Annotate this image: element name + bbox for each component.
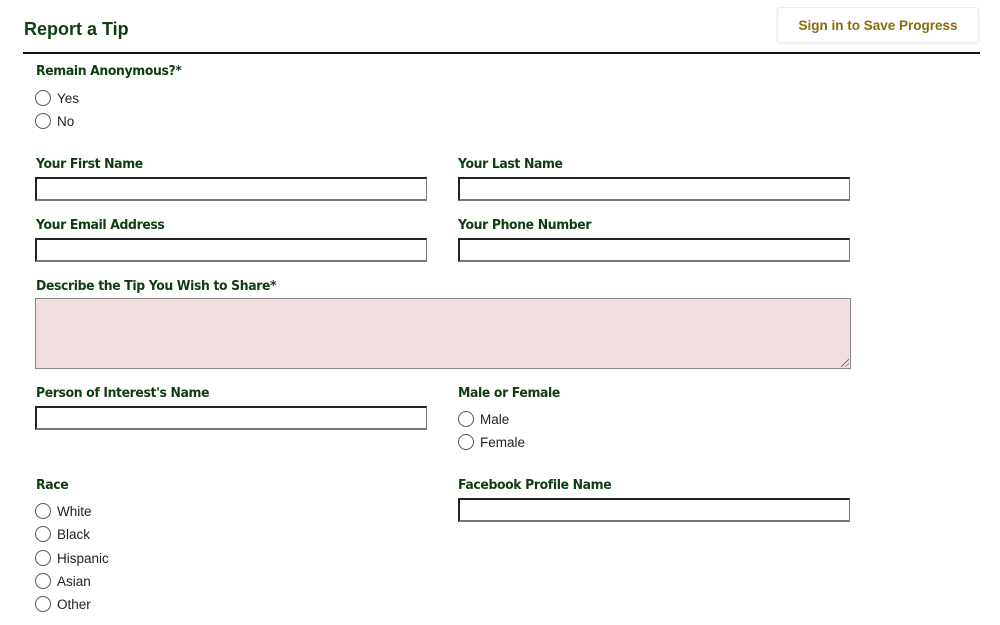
- radio-label: Yes: [57, 90, 80, 106]
- race-other-radio[interactable]: Other: [35, 595, 91, 613]
- radio-circle-icon[interactable]: [35, 573, 51, 589]
- facebook-label: Facebook Profile Name: [458, 477, 612, 493]
- poi-name-label: Person of Interest's Name: [36, 385, 210, 401]
- radio-circle-icon[interactable]: [35, 526, 51, 542]
- radio-label: Asian: [57, 573, 91, 589]
- last-name-label: Your Last Name: [458, 156, 563, 172]
- radio-circle-icon[interactable]: [35, 550, 51, 566]
- race-white-radio[interactable]: White: [35, 502, 92, 520]
- email-input[interactable]: [35, 238, 427, 262]
- gender-label: Male or Female: [458, 385, 560, 401]
- radio-circle-icon[interactable]: [35, 596, 51, 612]
- first-name-label: Your First Name: [36, 156, 143, 172]
- radio-label: Black: [57, 526, 91, 542]
- facebook-input[interactable]: [458, 498, 850, 522]
- race-black-radio[interactable]: Black: [35, 525, 90, 543]
- phone-input[interactable]: [458, 238, 850, 262]
- page-title: Report a Tip: [24, 19, 129, 39]
- gender-female-radio[interactable]: Female: [458, 433, 525, 451]
- race-asian-radio[interactable]: Asian: [35, 572, 91, 590]
- resize-grip-icon[interactable]: [841, 359, 849, 367]
- radio-circle-icon[interactable]: [458, 411, 474, 427]
- radio-label: White: [57, 503, 92, 519]
- tip-description-label: Describe the Tip You Wish to Share*: [36, 278, 277, 294]
- radio-label: Other: [57, 596, 91, 612]
- anonymous-yes-radio[interactable]: Yes: [35, 89, 79, 107]
- last-name-input[interactable]: [458, 177, 850, 201]
- radio-label: Female: [480, 434, 526, 450]
- race-hispanic-radio[interactable]: Hispanic: [35, 549, 109, 567]
- anonymous-label: Remain Anonymous?*: [36, 63, 182, 79]
- radio-label: Male: [480, 411, 510, 427]
- email-label: Your Email Address: [36, 217, 165, 233]
- race-label: Race: [36, 477, 69, 493]
- radio-circle-icon[interactable]: [35, 90, 51, 106]
- radio-circle-icon[interactable]: [35, 113, 51, 129]
- gender-male-radio[interactable]: Male: [458, 410, 509, 428]
- radio-label: No: [57, 113, 75, 129]
- anonymous-no-radio[interactable]: No: [35, 112, 74, 130]
- phone-label: Your Phone Number: [458, 217, 592, 233]
- radio-circle-icon[interactable]: [458, 434, 474, 450]
- sign-in-save-progress-button[interactable]: Sign in to Save Progress: [777, 7, 979, 43]
- radio-circle-icon[interactable]: [35, 503, 51, 519]
- radio-label: Hispanic: [57, 550, 109, 566]
- first-name-input[interactable]: [35, 177, 427, 201]
- header-divider: [23, 52, 980, 54]
- poi-name-input[interactable]: [35, 406, 427, 430]
- tip-description-textarea[interactable]: [35, 298, 851, 369]
